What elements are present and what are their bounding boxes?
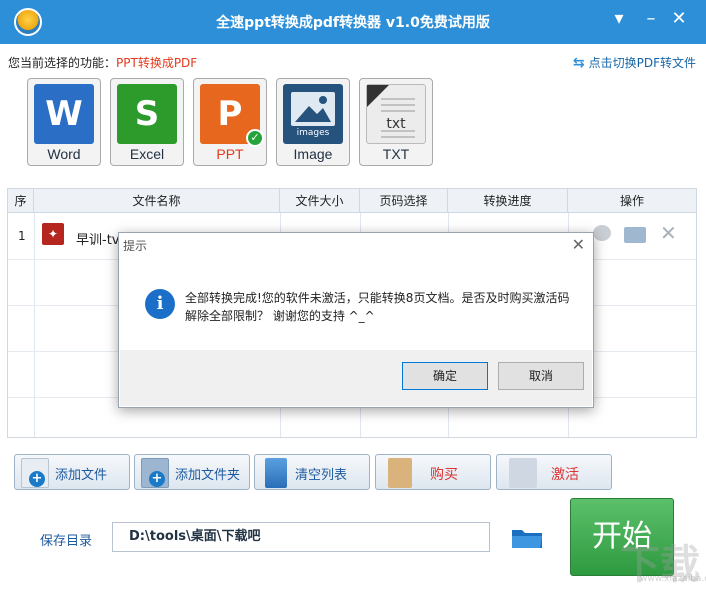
menu-dropdown-icon[interactable]: ▾	[606, 8, 632, 30]
info-icon: i	[145, 289, 175, 319]
format-label: PPT	[216, 146, 244, 162]
image-icon-caption: images	[296, 128, 330, 138]
format-label: Image	[293, 146, 333, 162]
close-button[interactable]: ✕	[666, 8, 692, 30]
function-value: PPT转换成PDF	[116, 56, 198, 70]
plus-icon: +	[29, 471, 45, 487]
cancel-button[interactable]: 取消	[498, 362, 584, 390]
add-folder-button[interactable]: + 添加文件夹	[134, 454, 250, 490]
buy-button[interactable]: 购买	[375, 454, 491, 490]
open-folder-icon	[512, 530, 542, 548]
activate-label: 激活	[551, 467, 579, 483]
header-size: 文件大小	[280, 189, 360, 213]
activate-arrow-icon	[509, 458, 537, 488]
format-txt-tile[interactable]: txt TXT	[359, 78, 433, 166]
selected-check-icon: ✓	[246, 129, 264, 147]
format-label: TXT	[382, 146, 410, 162]
switch-mode-label: 点击切换PDF转文件	[588, 56, 696, 70]
switch-mode-link[interactable]: ⇆ 点击切换PDF转文件	[573, 54, 696, 71]
window-title: 全速ppt转换成pdf转换器 v1.0免费试用版	[216, 15, 490, 31]
function-label: 您当前选择的功能：	[8, 56, 117, 70]
word-icon: W	[34, 84, 94, 144]
txt-icon-caption: txt	[386, 116, 406, 132]
remove-icon[interactable]: ✕	[660, 221, 677, 245]
dialog-title: 提示	[123, 239, 148, 253]
alert-dialog: 提示 ✕ i 全部转换完成!您的软件未激活，只能转换8页文档。是否及时购买激活码…	[118, 232, 594, 408]
format-word-tile[interactable]: W Word	[27, 78, 101, 166]
header-ops: 操作	[619, 194, 644, 208]
format-label: Word	[47, 146, 81, 162]
dialog-footer: 确定 取消	[120, 350, 592, 406]
folder-icon[interactable]	[624, 227, 646, 243]
view-icon[interactable]	[593, 225, 611, 241]
txt-icon: txt	[366, 84, 426, 144]
header-progress: 转换进度	[448, 189, 568, 213]
shopping-bag-icon	[388, 458, 412, 488]
save-dir-label: 保存目录	[40, 534, 93, 549]
pdf-file-icon: ✦	[42, 223, 64, 245]
current-function: 您当前选择的功能：PPT转换成PDF	[8, 54, 197, 71]
save-dir-input[interactable]: D:\tools\桌面\下载吧	[112, 522, 490, 552]
format-image-tile[interactable]: images Image	[276, 78, 350, 166]
format-label: Excel	[129, 146, 165, 162]
buy-label: 购买	[430, 467, 458, 483]
ok-button[interactable]: 确定	[402, 362, 488, 390]
header-index: 序	[8, 189, 34, 213]
plus-icon: +	[149, 471, 165, 487]
header-pages: 页码选择	[360, 189, 448, 213]
activate-button[interactable]: 激活	[496, 454, 612, 490]
minimize-button[interactable]: –	[638, 8, 664, 30]
format-ppt-tile[interactable]: P ✓ PPT	[193, 78, 267, 166]
add-file-label: 添加文件	[55, 468, 108, 483]
browse-folder-button[interactable]	[510, 524, 544, 550]
add-folder-label: 添加文件夹	[175, 468, 241, 483]
format-excel-tile[interactable]: S Excel	[110, 78, 184, 166]
trash-icon	[265, 458, 287, 488]
title-bar: 全速ppt转换成pdf转换器 v1.0免费试用版 ▾ – ✕	[0, 0, 706, 44]
txt-page-icon	[367, 85, 415, 138]
image-icon: images	[283, 84, 343, 144]
clear-list-label: 清空列表	[295, 468, 348, 483]
table-header: 序 文件名称 文件大小 页码选择 转换进度 操作	[8, 189, 696, 213]
dialog-close-icon[interactable]: ✕	[572, 235, 585, 254]
excel-icon: S	[117, 84, 177, 144]
watermark-sub: www.xiazaiba.com	[640, 574, 706, 584]
dialog-message: 全部转换完成!您的软件未激活，只能转换8页文档。是否及时购买激活码解除全部限制？…	[185, 291, 570, 323]
clear-list-button[interactable]: 清空列表	[254, 454, 370, 490]
add-file-button[interactable]: + 添加文件	[14, 454, 130, 490]
swap-arrows-icon: ⇆	[572, 54, 585, 71]
row-index: 1	[18, 229, 26, 243]
header-name: 文件名称	[34, 189, 280, 213]
